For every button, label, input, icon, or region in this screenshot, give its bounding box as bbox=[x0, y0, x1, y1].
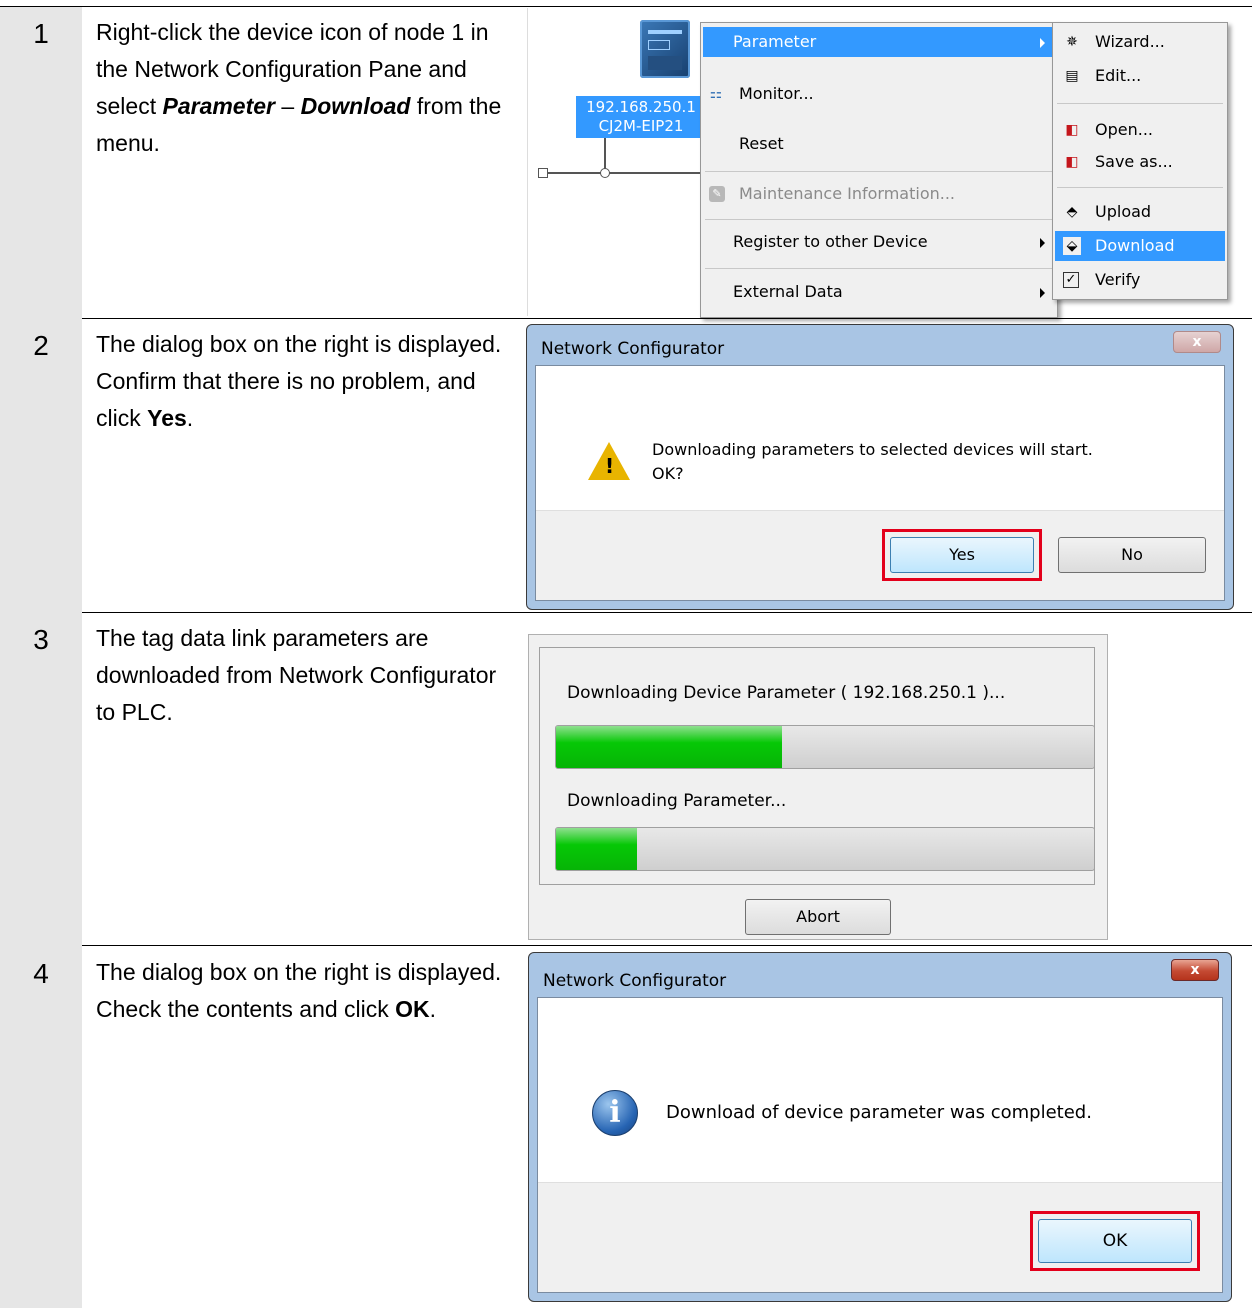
progress-dialog: Downloading Device Parameter ( 192.168.2… bbox=[528, 634, 1108, 940]
row-divider bbox=[0, 945, 1252, 946]
yes-button[interactable]: Yes bbox=[890, 537, 1034, 573]
menu-item-maintenance-information: ✎ Maintenance Information... bbox=[703, 179, 1055, 209]
dialog-message: Download of device parameter was complet… bbox=[666, 1102, 1092, 1123]
dialog-body: i Download of device parameter was compl… bbox=[537, 997, 1223, 1293]
progress-bar-device bbox=[555, 725, 1095, 769]
edit-icon: ▤ bbox=[1065, 68, 1079, 84]
dialog-footer: Yes No bbox=[536, 510, 1224, 600]
context-menu: Parameter ⚏ Monitor... Reset ✎ Maintenance… bbox=[700, 22, 1058, 318]
network-tap bbox=[600, 168, 610, 178]
row-divider bbox=[0, 6, 1252, 7]
network-line bbox=[542, 172, 724, 174]
close-icon: x bbox=[1190, 962, 1200, 978]
submenu-item-wizard[interactable]: ✵ Wizard... bbox=[1055, 27, 1225, 57]
menu-item-monitor[interactable]: ⚏ Monitor... bbox=[703, 79, 1055, 109]
monitor-icon: ⚏ bbox=[709, 86, 723, 102]
network-node-terminal bbox=[538, 168, 548, 178]
step-number-column bbox=[0, 7, 82, 1308]
dialog-title: Network Configurator bbox=[543, 971, 727, 991]
submenu-item-upload[interactable]: ⬘ Upload bbox=[1055, 197, 1225, 227]
close-icon: x bbox=[1192, 334, 1202, 350]
step-number: 3 bbox=[33, 624, 49, 655]
dialog-title: Network Configurator bbox=[541, 339, 725, 359]
submenu-item-save-as[interactable]: ◧ Save as... bbox=[1055, 147, 1225, 177]
wizard-icon: ✵ bbox=[1066, 34, 1078, 50]
step-instruction: The tag data link parameters are downloa… bbox=[96, 625, 497, 725]
close-button[interactable]: x bbox=[1171, 959, 1219, 981]
open-icon: ◧ bbox=[1065, 122, 1079, 138]
step-instruction: The dialog box on the right is displayed… bbox=[96, 959, 502, 1022]
save-icon: ◧ bbox=[1065, 154, 1079, 170]
step-instruction: The dialog box on the right is displayed… bbox=[96, 331, 502, 431]
maintenance-icon: ✎ bbox=[709, 186, 725, 202]
submenu-item-edit[interactable]: ▤ Edit... bbox=[1055, 61, 1225, 91]
emphasis-yes: Yes bbox=[147, 405, 187, 431]
menu-item-external-data[interactable]: External Data bbox=[703, 277, 1055, 307]
emphasis-download: Download bbox=[300, 93, 411, 119]
upload-icon: ⬘ bbox=[1066, 204, 1078, 220]
menu-separator bbox=[705, 219, 1053, 220]
confirm-dialog: Network Configurator x ! Downloading par… bbox=[526, 324, 1234, 610]
download-icon: ⬙ bbox=[1063, 237, 1081, 255]
parameter-submenu: ✵ Wizard... ▤ Edit... ◧ Open... ◧ Save as...… bbox=[1052, 22, 1228, 300]
dialog-body: ! Downloading parameters to selected dev… bbox=[535, 365, 1225, 601]
abort-button[interactable]: Abort bbox=[745, 899, 891, 935]
menu-item-reset[interactable]: Reset bbox=[703, 129, 1055, 159]
progress-label-parameter: Downloading Parameter... bbox=[567, 791, 787, 811]
no-button[interactable]: No bbox=[1058, 537, 1206, 573]
row-divider bbox=[0, 318, 1252, 319]
step-number: 4 bbox=[33, 958, 49, 989]
submenu-item-verify[interactable]: ✓ Verify bbox=[1055, 265, 1225, 295]
close-button[interactable]: x bbox=[1173, 331, 1221, 353]
dialog-footer: OK bbox=[538, 1182, 1222, 1292]
network-configuration-pane: 192.168.250.1 CJ2M-EIP21 bbox=[527, 8, 724, 316]
step-instruction: Right-click the device icon of node 1 in… bbox=[96, 19, 502, 156]
check-icon: ✓ bbox=[1063, 272, 1079, 288]
emphasis-ok: OK bbox=[395, 996, 430, 1022]
submenu-item-download[interactable]: ⬙ Download bbox=[1055, 231, 1225, 261]
device-icon[interactable] bbox=[640, 20, 690, 78]
device-label[interactable]: 192.168.250.1 CJ2M-EIP21 bbox=[576, 96, 706, 138]
ok-button[interactable]: OK bbox=[1038, 1219, 1192, 1263]
submenu-item-open[interactable]: ◧ Open... bbox=[1055, 115, 1225, 145]
menu-separator bbox=[705, 171, 1053, 172]
progress-label-device: Downloading Device Parameter ( 192.168.2… bbox=[567, 683, 1006, 703]
dialog-message: Downloading parameters to selected devic… bbox=[652, 440, 1093, 483]
step-number: 2 bbox=[33, 330, 49, 361]
emphasis-parameter: Parameter bbox=[162, 93, 276, 119]
menu-separator bbox=[1057, 187, 1223, 188]
step-number: 1 bbox=[33, 18, 49, 49]
menu-separator bbox=[1057, 103, 1223, 104]
row-divider bbox=[0, 612, 1252, 613]
completion-dialog: Network Configurator x i Download of dev… bbox=[528, 952, 1232, 1302]
progress-bar-parameter bbox=[555, 827, 1095, 871]
menu-item-register-to-other-device[interactable]: Register to other Device bbox=[703, 227, 1055, 257]
menu-item-parameter[interactable]: Parameter bbox=[703, 27, 1055, 57]
info-icon: i bbox=[592, 1090, 638, 1136]
menu-separator bbox=[705, 268, 1053, 269]
